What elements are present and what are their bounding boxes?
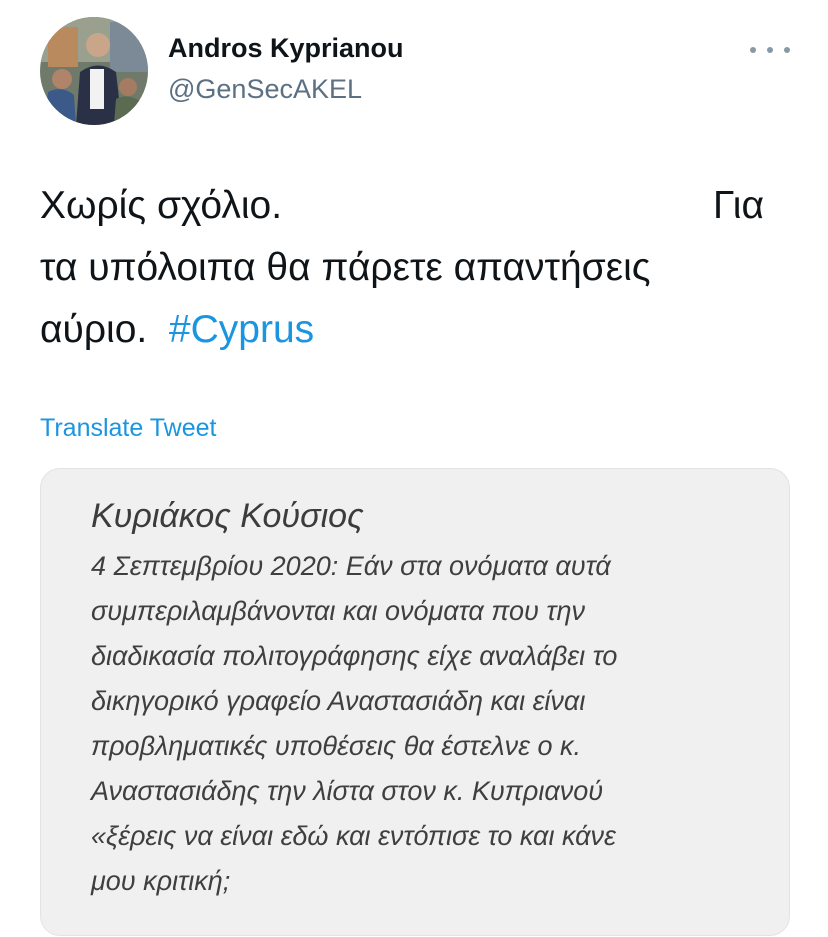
translate-tweet-link[interactable]: Translate Tweet <box>40 414 216 443</box>
card-line: δικηγορικό γραφείο Αναστασιάδη και είναι <box>91 686 586 716</box>
avatar[interactable] <box>40 17 148 125</box>
card-line: συμπεριλαμβάνονται και ονόματα που την <box>91 596 585 626</box>
profile-photo-icon <box>40 17 148 125</box>
more-options-icon[interactable] <box>750 38 790 62</box>
tweet-line-1-end: Για <box>712 184 764 227</box>
card-line: Αναστασιάδης την λίστα στον κ. Κυπριανού <box>91 776 604 806</box>
card-line: 4 Σεπτεμβρίου 2020: Εάν στα ονόματα αυτά <box>91 551 611 581</box>
card-line: μου κριτική; <box>91 866 231 896</box>
card-body: 4 Σεπτεμβρίου 2020: Εάν στα ονόματα αυτά… <box>91 544 771 904</box>
card-title: Κυριάκος Κούσιος <box>91 497 364 535</box>
quoted-image-card[interactable]: Κυριάκος Κούσιος 4 Σεπτεμβρίου 2020: Εάν… <box>40 468 790 936</box>
author-handle[interactable]: @GenSecAKEL <box>168 74 362 105</box>
hashtag-link[interactable]: #Cyprus <box>169 308 314 351</box>
tweet-text: Χωρίς σχόλιο. Για τα υπόλοιπα θα πάρετε … <box>40 175 770 361</box>
author-display-name[interactable]: Andros Kyprianou <box>168 33 404 64</box>
tweet-line-2: τα υπόλοιπα θα πάρετε απαντήσεις <box>40 246 651 289</box>
card-line: «ξέρεις να είναι εδώ και εντόπισε το και… <box>91 821 616 851</box>
card-line: διαδικασία πολιτογράφησης είχε αναλάβει … <box>91 641 618 671</box>
more-dot <box>767 47 773 53</box>
tweet-line-3-text: αύριο. <box>40 308 148 351</box>
more-dot <box>784 47 790 53</box>
more-dot <box>750 47 756 53</box>
tweet-line-1: Χωρίς σχόλιο. Για <box>40 175 764 237</box>
card-line: προβληματικές υποθέσεις θα έστελνε ο κ. <box>91 731 582 761</box>
tweet-line-1-start: Χωρίς σχόλιο. <box>40 184 283 227</box>
tweet-line-3: αύριο. #Cyprus <box>40 299 770 361</box>
